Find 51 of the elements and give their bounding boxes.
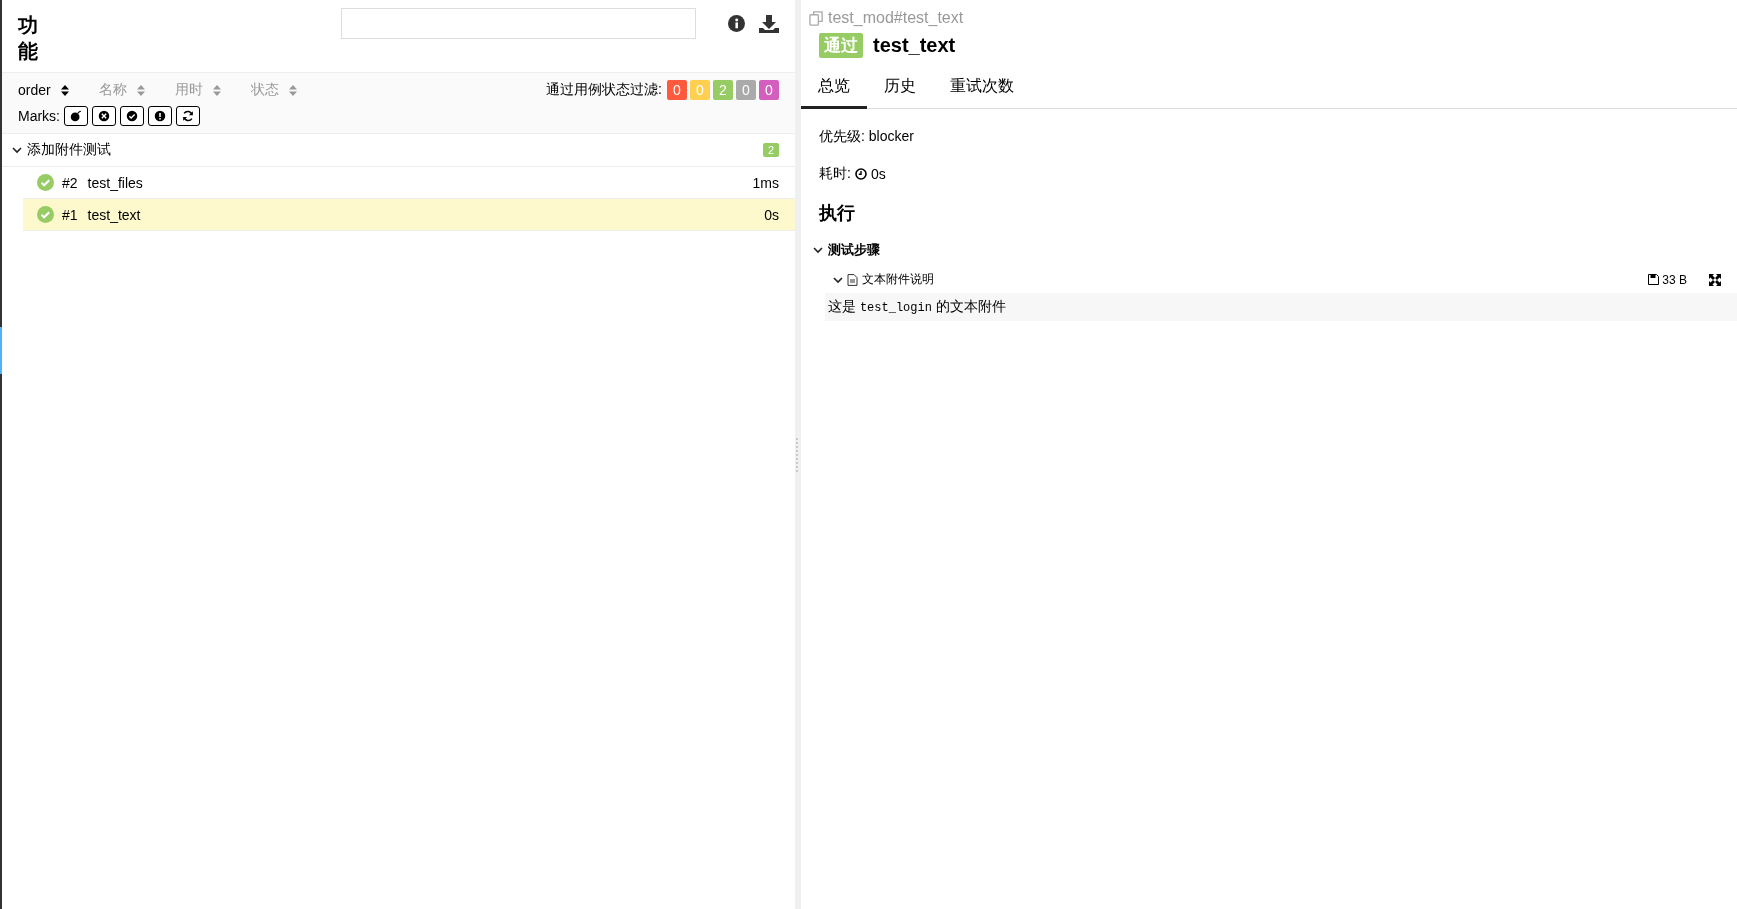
case-duration: 0s bbox=[764, 206, 779, 223]
check-circle-icon bbox=[125, 109, 139, 123]
search-field[interactable] bbox=[341, 8, 696, 39]
priority-text: 优先级: blocker bbox=[819, 128, 915, 146]
count-badge: 2 bbox=[762, 143, 779, 157]
chevron-icon[interactable] bbox=[12, 145, 22, 155]
marks-label: Marks: bbox=[18, 108, 60, 124]
mark-filter-button[interactable] bbox=[120, 106, 144, 126]
scroll-indicator bbox=[0, 327, 2, 374]
duration-value: 0s bbox=[870, 166, 886, 182]
save-icon bbox=[1648, 274, 1660, 285]
chevron-icon[interactable] bbox=[833, 274, 843, 285]
mark-filter-button[interactable] bbox=[92, 106, 116, 126]
chevron-icon[interactable] bbox=[813, 245, 823, 255]
check-circle-icon bbox=[37, 206, 54, 223]
pane-title: 功能 bbox=[18, 13, 38, 64]
exclamation-circle-icon bbox=[153, 109, 167, 123]
case-name: test_text bbox=[87, 206, 141, 223]
test-case-row[interactable]: #1 test_text 0s bbox=[23, 199, 795, 231]
group-name[interactable]: 添加附件测试 bbox=[27, 141, 111, 159]
attachment-content: 这是 test_login 的文本附件 bbox=[825, 293, 1737, 321]
mark-filter-button[interactable] bbox=[176, 106, 200, 126]
sort-icon[interactable] bbox=[60, 84, 69, 96]
attachment-name[interactable]: 文本附件说明 bbox=[862, 271, 934, 288]
expand-icon[interactable] bbox=[1709, 273, 1721, 286]
attachment-size: 33 B bbox=[1662, 272, 1687, 287]
bomb-icon bbox=[69, 109, 83, 123]
tab[interactable]: 历史 bbox=[867, 68, 933, 109]
mark-filter-button[interactable] bbox=[64, 106, 88, 126]
sort-column[interactable]: order bbox=[18, 82, 69, 98]
steps-title[interactable]: 测试步骤 bbox=[828, 241, 880, 259]
refresh-icon bbox=[181, 109, 195, 123]
tab[interactable]: 总览 bbox=[801, 68, 867, 109]
case-order: #1 bbox=[62, 206, 78, 223]
status-badge: 通过 bbox=[819, 33, 863, 58]
mark-filter-button[interactable] bbox=[148, 106, 172, 126]
clock-icon bbox=[854, 168, 867, 180]
filter-label: 通过用例状态过滤: bbox=[546, 81, 662, 99]
tab[interactable]: 重试次数 bbox=[933, 68, 1031, 109]
duration-label: 耗时: bbox=[819, 165, 851, 183]
case-order: #2 bbox=[62, 174, 78, 191]
info-icon[interactable] bbox=[728, 15, 745, 32]
test-title: test_text bbox=[873, 34, 956, 57]
case-name: test_files bbox=[87, 174, 143, 191]
section-heading: 执行 bbox=[819, 202, 856, 225]
check-circle-icon bbox=[37, 174, 54, 191]
download-icon[interactable] bbox=[759, 15, 779, 33]
case-duration: 1ms bbox=[752, 174, 779, 191]
test-path: test_mod#test_text bbox=[828, 9, 964, 27]
times-circle-icon bbox=[97, 109, 111, 123]
file-icon bbox=[847, 273, 858, 286]
